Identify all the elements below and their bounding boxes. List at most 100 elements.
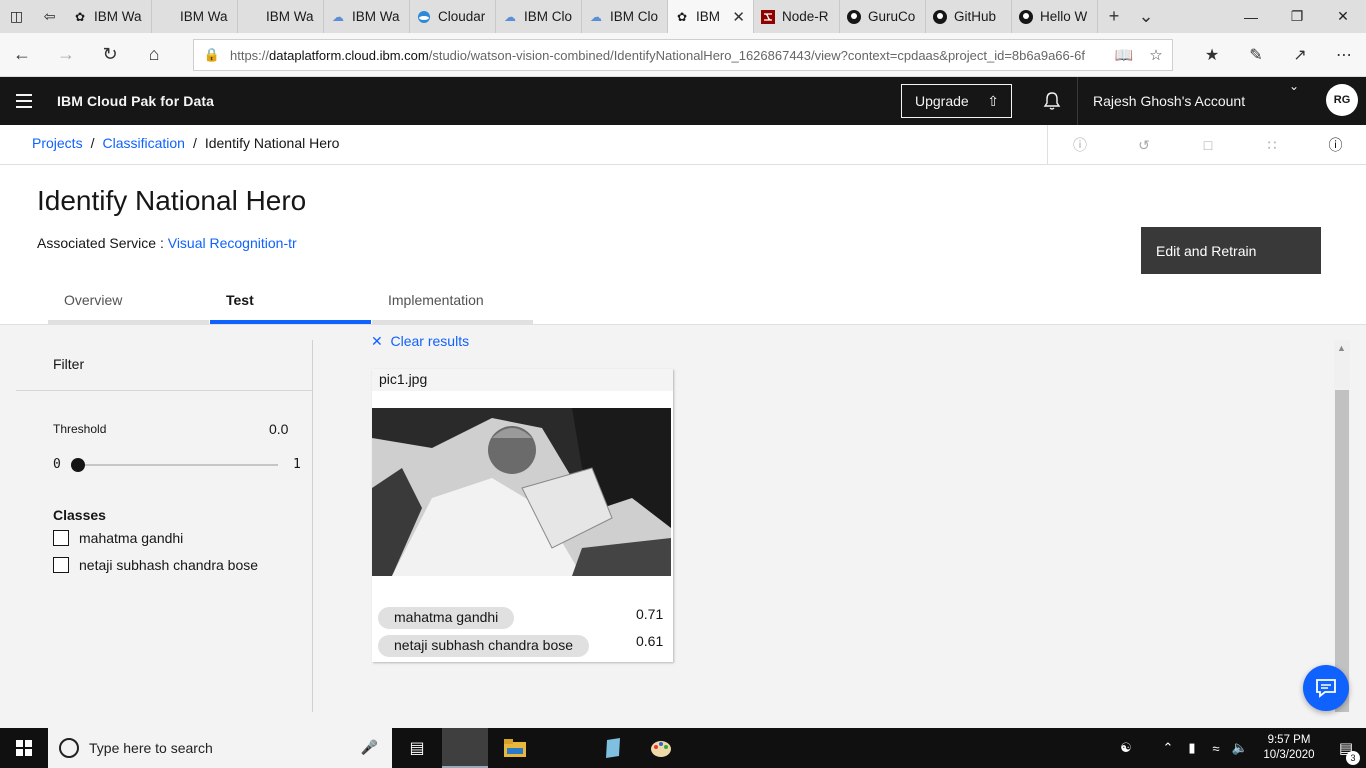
close-tab-icon[interactable]: ✕ [732,8,745,26]
github-icon [846,9,862,25]
browser-tab[interactable]: Hello W [1012,0,1098,33]
url-prefix: https:// [230,47,270,63]
info-icon[interactable]: ⓘ [1048,125,1112,165]
checkbox[interactable] [53,557,69,573]
back-icon[interactable]: ← [0,33,44,77]
upgrade-button[interactable]: Upgrade ⇧ [901,84,1012,118]
tab-actions-icon[interactable]: ◫ [0,0,33,33]
threshold-slider-track[interactable] [76,464,278,466]
tab-implementation[interactable]: Implementation [372,283,533,324]
scrollbar-thumb[interactable] [1335,390,1349,712]
page-toolbar: ⓘ ↺ □ ∷ ⓘ [1047,125,1366,165]
minimize-icon[interactable]: — [1228,0,1274,33]
volume-icon[interactable]: 🔈 [1228,740,1252,756]
tab-test[interactable]: Test [210,283,371,324]
tab-list-chevron-icon[interactable]: ⌄ [1130,0,1162,33]
notification-count-badge: 3 [1346,751,1360,765]
class-label: mahatma gandhi [79,530,184,546]
close-icon: ✕ [371,333,383,349]
breadcrumb-row: Projects / Classification / Identify Nat… [0,125,1366,165]
people-icon[interactable]: ☯ [1114,740,1138,756]
browser-tab[interactable]: ☁ IBM Clo [496,0,582,33]
edit-and-retrain-button[interactable]: Edit and Retrain [1141,227,1321,274]
associated-service-link[interactable]: Visual Recognition-tr [168,235,297,251]
browser-tab[interactable]: IBM Wa [152,0,238,33]
results-scrollbar[interactable]: ▲ [1334,340,1350,712]
close-window-icon[interactable]: ✕ [1320,0,1366,33]
class-checkbox-mahatma-gandhi[interactable]: mahatma gandhi [53,530,183,546]
browser-tab[interactable]: Node-R [754,0,840,33]
sticky-notes-icon[interactable] [590,728,636,768]
browser-tab[interactable]: GitHub [926,0,1012,33]
help-icon[interactable]: ⓘ [1304,125,1366,165]
clear-results-label: Clear results [390,333,470,349]
windows-start-icon[interactable] [0,728,48,768]
result-score: 0.71 [636,606,664,622]
browser-tab[interactable]: ☁ IBM Clo [582,0,668,33]
refresh-icon[interactable]: ↻ [88,33,132,77]
set-tabs-aside-icon[interactable]: ⇦ [33,0,66,33]
breadcrumb-separator: / [192,135,197,151]
wifi-icon[interactable]: ≈ [1204,741,1228,756]
product-name[interactable]: IBM Cloud Pak for Data [57,93,214,109]
chat-icon [1316,679,1336,698]
tab-overview[interactable]: Overview [48,283,209,324]
favorite-star-icon[interactable]: ☆ [1140,46,1172,64]
browser-tab-active[interactable]: ✿ IBM ✕ [668,0,754,33]
blank-icon [158,9,174,25]
cloud-icon: ☁ [590,9,602,24]
edge-browser-icon[interactable] [442,728,488,768]
browser-tab[interactable]: Cloudar [410,0,496,33]
url-field[interactable]: 🔒 https://dataplatform.cloud.ibm.com/stu… [193,39,1173,71]
show-hidden-icons-chevron-icon[interactable]: ⌃ [1156,740,1180,756]
threshold-slider-handle[interactable] [71,458,85,472]
paint-icon[interactable] [638,728,684,768]
file-explorer-icon[interactable] [492,728,538,768]
class-checkbox-netaji-subhash-chandra-bose[interactable]: netaji subhash chandra bose [53,557,258,573]
share-icon[interactable]: ↗ [1278,33,1322,77]
breadcrumb-separator: / [90,135,95,151]
favorites-icon[interactable]: ★ [1190,33,1234,77]
upgrade-arrow-icon: ⇧ [987,93,999,109]
clear-results-link[interactable]: ✕ Clear results [371,333,469,350]
ibm-bee-icon: ✿ [676,9,688,24]
clock[interactable]: 9:57 PM 10/3/2020 [1252,733,1326,763]
scroll-up-icon[interactable]: ▲ [1337,343,1346,353]
taskbar-search-input[interactable]: Type here to search 🎤 [48,728,392,768]
app-header: IBM Cloud Pak for Data Upgrade ⇧ Rajesh … [0,77,1366,125]
assets-icon[interactable]: ∷ [1240,125,1304,165]
more-icon[interactable]: ⋯ [1322,33,1366,77]
action-center-icon[interactable]: ▤ 3 [1326,739,1366,765]
browser-tab[interactable]: IBM Wa [238,0,324,33]
microphone-icon[interactable]: 🎤 [361,739,378,756]
breadcrumb-projects[interactable]: Projects [32,135,83,151]
notification-bell-icon[interactable] [1028,77,1076,125]
reading-view-icon[interactable]: 📖 [1108,46,1140,64]
history-icon[interactable]: ↺ [1112,125,1176,165]
filter-panel: Filter Threshold 0.0 0 1 Classes mahatma… [16,340,313,712]
result-image[interactable] [372,408,671,576]
battery-icon[interactable]: ▮ [1180,740,1204,756]
breadcrumb-classification[interactable]: Classification [102,135,184,151]
task-view-icon[interactable]: ▤ [394,728,440,768]
checkbox[interactable] [53,530,69,546]
browser-tab[interactable]: ✿ IBM Wa [66,0,152,33]
search-icon [59,738,79,758]
menu-icon[interactable] [0,77,48,125]
url-path: /studio/watson-vision-combined/IdentifyN… [428,47,1085,63]
window-controls: — ❐ ✕ [1228,0,1366,33]
browser-tab[interactable]: ☁ IBM Wa [324,0,410,33]
restore-icon[interactable]: ❐ [1274,0,1320,33]
new-tab-icon[interactable]: + [1098,0,1130,33]
home-icon[interactable]: ⌂ [132,33,176,77]
breadcrumb: Projects / Classification / Identify Nat… [32,135,339,151]
slider-min-label: 0 [53,457,61,472]
browser-tab[interactable]: GuruCo [840,0,926,33]
account-switcher[interactable]: Rajesh Ghosh's Account ⌄ [1077,77,1309,125]
chat-support-button[interactable] [1303,665,1349,711]
avatar[interactable]: RG [1326,84,1358,116]
comments-icon[interactable]: □ [1176,125,1240,165]
browser-toolbar: ★ ✎ ↗ ⋯ [1190,33,1366,77]
notes-pen-icon[interactable]: ✎ [1234,33,1278,77]
forward-icon[interactable]: → [44,33,88,77]
